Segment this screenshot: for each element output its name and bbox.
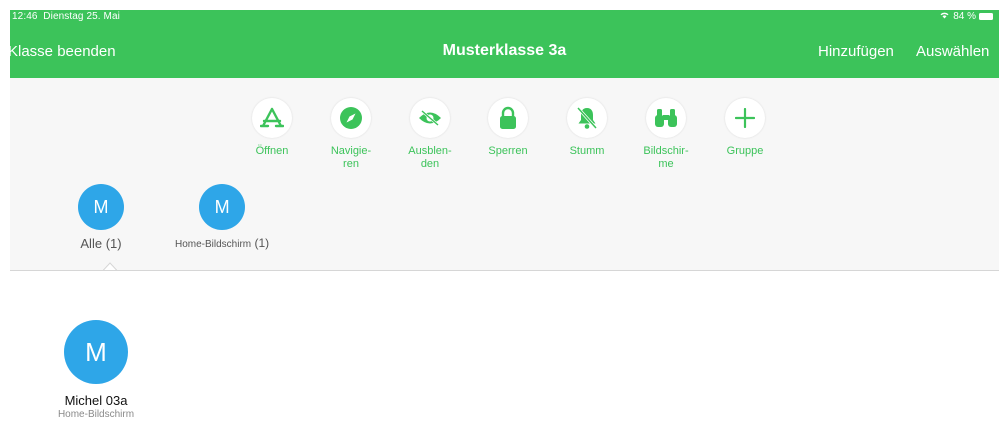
add-button[interactable]: Hinzufügen — [818, 43, 894, 60]
student-tile[interactable]: M Michel 03a Home-Bildschirm — [50, 320, 142, 420]
top-bar: 12:46 Dienstag 25. Mai 84 % Klasse beend… — [8, 10, 999, 78]
group-all[interactable]: M Alle (1) — [78, 184, 124, 251]
action-mute[interactable]: Stumm — [552, 98, 622, 158]
action-navigate[interactable]: Navigie- ren — [316, 98, 386, 171]
avatar: M — [78, 184, 124, 230]
action-label: Stumm — [569, 145, 605, 157]
action-hide[interactable]: Ausblen- den — [395, 98, 465, 171]
bell-muted-icon — [567, 98, 607, 138]
status-date: Dienstag 25. Mai — [43, 11, 120, 22]
action-label: Ausblen- den — [408, 145, 452, 170]
action-screens[interactable]: Bildschir- me — [631, 98, 701, 171]
battery-percent: 84 % — [953, 11, 976, 22]
compass-icon — [331, 98, 371, 138]
status-bar-left: 12:46 Dienstag 25. Mai — [12, 11, 120, 22]
group-label: Alle (1) — [78, 236, 124, 251]
plus-icon — [725, 98, 765, 138]
group-name: Alle — [80, 236, 103, 251]
avatar: M — [64, 320, 128, 384]
action-label: Navigie- ren — [330, 145, 372, 170]
app-store-icon — [252, 98, 292, 138]
action-lock[interactable]: Sperren — [473, 98, 543, 158]
student-status: Home-Bildschirm — [57, 409, 135, 420]
battery-icon — [979, 13, 993, 20]
wifi-icon — [939, 11, 950, 22]
action-label: Gruppe — [726, 145, 764, 157]
group-name: Home-Bildschirm — [175, 239, 252, 250]
select-button[interactable]: Auswählen — [916, 43, 989, 60]
group-count: (1) — [254, 236, 270, 250]
avatar: M — [199, 184, 246, 230]
lock-icon — [488, 98, 528, 138]
divider — [10, 270, 999, 271]
group-label: Home-Bildschirm (1) — [175, 236, 269, 250]
action-label: Bildschir- me — [643, 145, 689, 170]
group-home-screen[interactable]: M Home-Bildschirm (1) — [175, 184, 269, 250]
binoculars-icon — [646, 98, 686, 138]
status-time: 12:46 — [12, 11, 38, 22]
action-label: Öffnen — [255, 145, 289, 157]
action-open[interactable]: Öffnen — [237, 98, 307, 158]
action-label: Sperren — [488, 145, 528, 157]
eye-hidden-icon — [410, 98, 450, 138]
student-name: Michel 03a — [64, 393, 128, 408]
group-count: (1) — [105, 236, 122, 251]
action-toolbar: Öffnen Navigie- ren Ausblen- den Sperren… — [10, 78, 999, 271]
status-bar-right: 84 % — [939, 11, 993, 22]
action-group[interactable]: Gruppe — [710, 98, 780, 158]
